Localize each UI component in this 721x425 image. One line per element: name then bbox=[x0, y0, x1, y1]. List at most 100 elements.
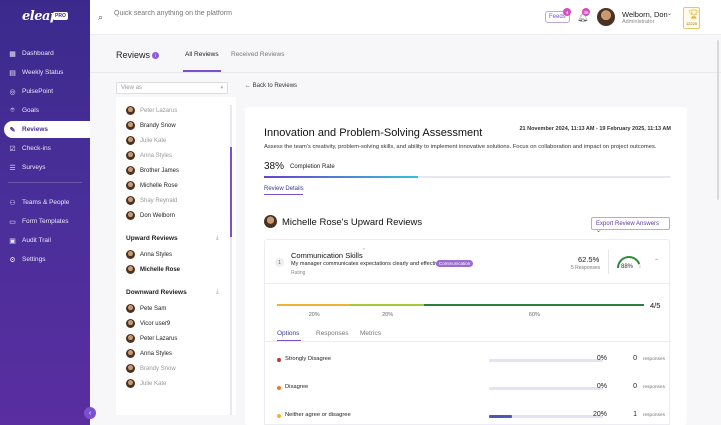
segment-label: 60% bbox=[528, 312, 540, 318]
points-badge[interactable]: 🏆︎ 12220 bbox=[683, 7, 700, 29]
team-icon: ⚇ bbox=[9, 199, 16, 207]
user-name[interactable]: Welborn, Don bbox=[622, 10, 668, 19]
dashboard-icon: ▦ bbox=[9, 50, 16, 58]
page-scrollbar[interactable] bbox=[717, 40, 719, 200]
tab-options[interactable]: Options bbox=[277, 330, 299, 337]
tab-responses[interactable]: Responses bbox=[316, 330, 349, 337]
trophy-icon: 🏆︎ bbox=[688, 9, 700, 19]
avatar bbox=[126, 319, 135, 328]
list-item[interactable]: Anna Styles bbox=[126, 249, 172, 260]
sub-tabs-divider bbox=[265, 341, 669, 342]
sidebar-item-audit-trail[interactable]: ▣ Audit Trail bbox=[0, 232, 90, 249]
list-item[interactable]: Anna Styles bbox=[126, 150, 172, 161]
avatar bbox=[126, 166, 135, 175]
option-color-dot bbox=[277, 358, 281, 362]
sidebar-item-settings[interactable]: ⚙ Settings bbox=[0, 251, 90, 268]
avatar bbox=[264, 215, 277, 228]
person-name: Brother James bbox=[140, 167, 180, 174]
people-list-panel: Peter Lazarus Brandy Snow Julie Kate Ann… bbox=[116, 97, 236, 415]
response-distribution-bar bbox=[277, 304, 644, 306]
tab-all-reviews[interactable]: All Reviews bbox=[185, 51, 219, 58]
sidebar-item-pulsepoint[interactable]: ◎ PulsePoint bbox=[0, 83, 90, 100]
question-score: 62.5% bbox=[578, 255, 600, 264]
sidebar-item-label: Goals bbox=[22, 107, 39, 114]
sidebar-item-reviews[interactable]: ✎ Reviews bbox=[4, 121, 90, 138]
option-percentage: 0% bbox=[596, 383, 607, 390]
list-item[interactable]: Shay Reynald bbox=[126, 195, 177, 206]
list-item[interactable]: Anna Styles bbox=[126, 348, 172, 359]
downward-reviews-heading: Downward Reviews bbox=[126, 289, 187, 296]
list-item[interactable]: Brother James bbox=[126, 165, 179, 176]
sidebar-item-dashboard[interactable]: ▦ Dashboard bbox=[0, 45, 90, 62]
option-row: Disagree 0% 0 responses bbox=[277, 383, 669, 393]
avatar bbox=[126, 304, 135, 313]
review-title: Innovation and Problem-Solving Assessmen… bbox=[264, 127, 483, 139]
people-scrollbar-thumb[interactable] bbox=[230, 147, 232, 237]
view-as-placeholder: View as bbox=[121, 85, 142, 91]
list-item[interactable]: Pete Sam bbox=[126, 303, 166, 314]
chevron-down-icon[interactable]: ⌄ bbox=[667, 10, 672, 17]
brand-badge: PRO bbox=[53, 12, 68, 20]
question-header[interactable]: 1 Communication Skills * My manager comm… bbox=[265, 240, 669, 284]
form-icon: ▭ bbox=[9, 218, 16, 226]
main-content: Reviews i All Reviews Received Reviews V… bbox=[90, 35, 721, 425]
list-item[interactable]: Michelle Rose bbox=[126, 180, 178, 191]
sidebar-item-weekly-status[interactable]: ▤ Weekly Status bbox=[0, 64, 90, 81]
view-as-select[interactable]: View as ▾ bbox=[116, 82, 228, 94]
export-review-answers-button[interactable]: Export Review Answers ⌄ bbox=[591, 217, 670, 234]
list-item[interactable]: Peter Lazarus bbox=[126, 333, 177, 344]
calendar-icon: ▤ bbox=[9, 69, 16, 77]
chevron-up-icon[interactable]: ⌃ bbox=[654, 258, 659, 265]
download-icon[interactable]: ⤓ bbox=[216, 235, 219, 242]
option-row: Strongly Disagree 0% 0 responses bbox=[277, 355, 669, 365]
sidebar-item-check-ins[interactable]: ☑ Check-ins bbox=[0, 140, 90, 157]
list-item[interactable]: Vicor user9 bbox=[126, 318, 170, 329]
list-item[interactable]: Peter Lazarus bbox=[126, 105, 177, 116]
upward-reviews-heading: Upward Reviews bbox=[126, 235, 178, 242]
list-item[interactable]: Julie Kate bbox=[126, 378, 166, 389]
review-details-underline bbox=[264, 194, 303, 195]
person-name: Pete Sam bbox=[140, 305, 167, 312]
tab-metrics[interactable]: Metrics bbox=[360, 330, 381, 337]
person-name: Vicor user9 bbox=[140, 320, 171, 327]
list-item[interactable]: Julie Kate bbox=[126, 135, 166, 146]
review-description: Assess the team's creativity, problem-so… bbox=[264, 144, 657, 150]
person-name: Brandy Snow bbox=[140, 365, 176, 372]
sidebar-collapse-button[interactable]: ‹ bbox=[84, 407, 96, 419]
download-icon[interactable]: ⤓ bbox=[216, 289, 219, 296]
option-count: 0 bbox=[633, 355, 637, 362]
audit-icon: ▣ bbox=[9, 237, 16, 245]
avatar bbox=[126, 379, 135, 388]
sidebar-item-goals[interactable]: ⌾ Goals bbox=[0, 102, 90, 119]
sidebar-item-surveys[interactable]: ☰ Surveys bbox=[0, 159, 90, 176]
option-percentage: 20% bbox=[592, 411, 607, 418]
sidebar-item-label: Weekly Status bbox=[22, 69, 64, 76]
tab-received-reviews[interactable]: Received Reviews bbox=[231, 51, 284, 58]
avatar bbox=[126, 364, 135, 373]
user-avatar[interactable] bbox=[597, 8, 615, 26]
checkin-icon: ☑ bbox=[9, 145, 16, 153]
sidebar-item-label: PulsePoint bbox=[22, 88, 54, 95]
list-item[interactable]: Michelle Rose bbox=[126, 264, 180, 275]
avatar bbox=[126, 349, 135, 358]
info-icon[interactable]: i bbox=[152, 52, 159, 59]
sidebar-item-label: Teams & People bbox=[22, 199, 70, 206]
back-to-reviews-link[interactable]: ← Back to Reviews bbox=[245, 83, 297, 89]
notification-count-badge: 36 bbox=[582, 8, 590, 16]
sidebar-item-label: Check-ins bbox=[22, 145, 51, 152]
question-text: My manager communicates expectations cle… bbox=[291, 261, 445, 267]
search-input[interactable] bbox=[114, 10, 314, 17]
sidebar-item-teams-people[interactable]: ⚇ Teams & People bbox=[0, 194, 90, 211]
review-details-link[interactable]: Review Details bbox=[264, 186, 304, 192]
completion-progress-fill bbox=[264, 176, 419, 178]
distribution-segment bbox=[277, 304, 351, 306]
completion-percentage: 38% bbox=[264, 161, 285, 172]
arrow-left-icon: ← bbox=[245, 83, 251, 89]
list-item[interactable]: Brandy Snow bbox=[126, 120, 176, 131]
list-item[interactable]: Brandy Snow bbox=[126, 363, 176, 374]
person-name: Peter Lazarus bbox=[140, 107, 178, 114]
option-bar-fill bbox=[489, 415, 512, 418]
sidebar-item-form-templates[interactable]: ▭ Form Templates bbox=[0, 213, 90, 230]
list-item[interactable]: Don Welborn bbox=[126, 210, 175, 221]
person-name: Michelle Rose bbox=[140, 182, 178, 189]
